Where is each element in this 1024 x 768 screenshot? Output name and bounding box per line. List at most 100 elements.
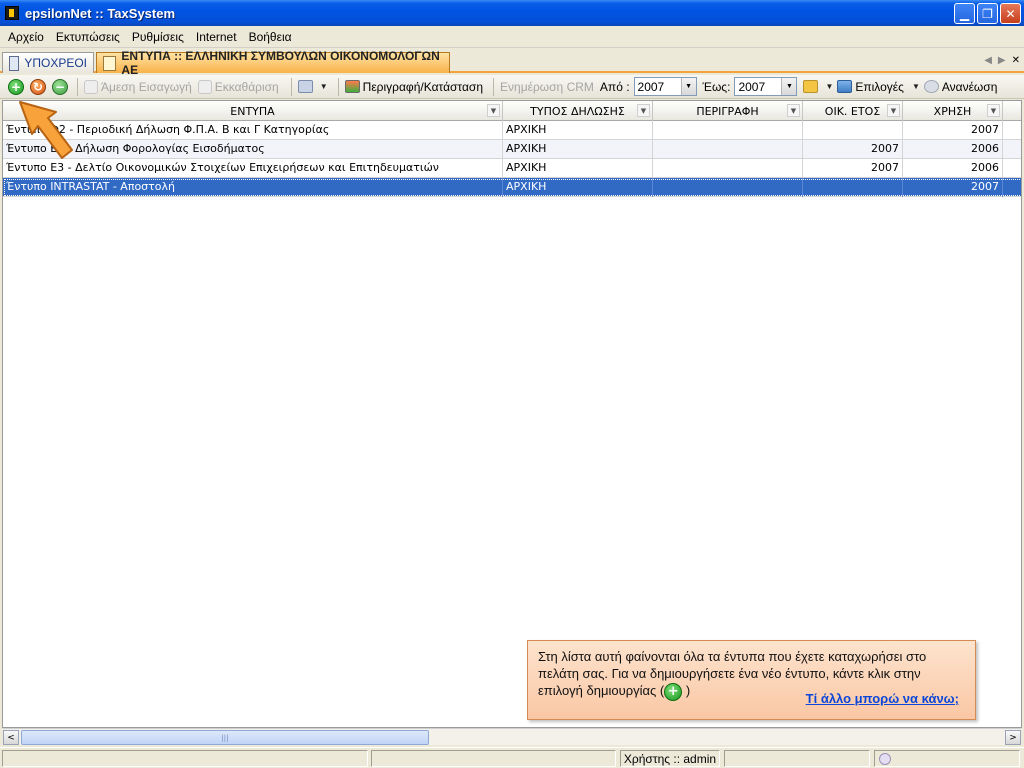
pointer-arrow-icon: [19, 101, 73, 159]
folder-dropdown[interactable]: ▼: [803, 80, 833, 93]
tools-dropdown[interactable]: ▼: [297, 80, 328, 93]
from-year-value: 2007: [637, 79, 665, 94]
cell-usage: 2006: [903, 140, 1003, 159]
tab-close-icon[interactable]: ✕: [1012, 55, 1020, 66]
filter-dropdown-icon[interactable]: ▼: [987, 104, 1000, 117]
tab-obligors-label: ΥΠΟΧΡΕΟΙ: [24, 56, 87, 70]
horizontal-scrollbar[interactable]: < ||| >: [3, 728, 1021, 745]
chevron-down-icon[interactable]: ▼: [781, 78, 797, 95]
cell-fiscal-year: [803, 121, 903, 140]
scroll-right-icon[interactable]: >: [1005, 730, 1021, 745]
column-header-declaration-type[interactable]: ΤΥΠΟΣ ΔΗΛΩΣΗΣ ▼: [503, 101, 653, 121]
status-panel: [371, 750, 616, 767]
toolbar-separator: [337, 77, 339, 96]
table-row[interactable]: Έντυπο Ε1 - Δήλωση Φορολογίας Εισοδήματο…: [3, 140, 1021, 159]
cell-type: ΑΡΧΙΚΗ: [503, 121, 653, 140]
close-button[interactable]: ✕: [1000, 3, 1021, 24]
table-row[interactable]: Έντυπο Φ2 - Περιοδική Δήλωση Φ.Π.Α. Β κα…: [3, 121, 1021, 140]
direct-entry-button[interactable]: Άμεση Εισαγωγή: [84, 79, 192, 94]
filter-dropdown-icon[interactable]: ▼: [487, 104, 500, 117]
add-icon[interactable]: +: [8, 78, 24, 95]
crm-update-button[interactable]: Ενημέρωση CRM: [500, 80, 594, 94]
tab-obligors[interactable]: ΥΠΟΧΡΕΟΙ: [2, 52, 94, 73]
menu-settings[interactable]: Ρυθμίσεις: [126, 30, 190, 44]
toolbar-separator: [493, 77, 495, 96]
minimize-button[interactable]: ▁: [954, 3, 975, 24]
tab-strip: ΥΠΟΧΡΕΟΙ ΕΝΤΥΠΑ :: ΕΛΛΗΝΙΚΗ ΣΥΜΒΟΥΛΩΝ ΟΙ…: [0, 49, 1024, 77]
menu-file[interactable]: Αρχείο: [2, 30, 50, 44]
cell-fiscal-year: 2007: [803, 159, 903, 178]
cell-description: [653, 178, 803, 197]
remove-icon[interactable]: −: [52, 78, 68, 95]
clear-button[interactable]: Εκκαθάριση: [197, 79, 279, 94]
cell-form: Έντυπο Φ2 - Περιοδική Δήλωση Φ.Π.Α. Β κα…: [3, 121, 503, 140]
window-title: epsilonNet :: TaxSystem: [25, 5, 176, 21]
table-row[interactable]: Έντυπο Ε3 - Δελτίο Οικονομικών Στοιχείων…: [3, 159, 1021, 178]
scroll-left-icon[interactable]: <: [3, 730, 19, 745]
column-header-fiscal-year[interactable]: ΟΙΚ. ΕΤΟΣ ▼: [803, 101, 903, 121]
cell-type: ΑΡΧΙΚΗ: [503, 140, 653, 159]
filter-icon: [84, 79, 98, 94]
menu-bar: Αρχείο Εκτυπώσεις Ρυθμίσεις Internet Βοή…: [0, 26, 1024, 48]
refresh-cycle-icon[interactable]: ↻: [30, 78, 46, 95]
status-indicator-icon: [879, 752, 891, 765]
restore-button[interactable]: ❐: [977, 3, 998, 24]
clear-icon: [197, 79, 212, 94]
forms-grid[interactable]: ΕΝΤΥΠΑ ▼ ΤΥΠΟΣ ΔΗΛΩΣΗΣ ▼ ΠΕΡΙΓΡΑΦΗ ▼ ΟΙΚ…: [2, 100, 1022, 728]
dropdown-arrow-icon: ▼: [911, 82, 920, 91]
refresh-button[interactable]: Ανανέωση: [923, 80, 997, 94]
status-panel: [2, 750, 368, 767]
to-year-value: 2007: [738, 79, 766, 94]
dropdown-arrow-icon: ▼: [319, 82, 328, 91]
description-status-label: Περιγραφή/Κατάσταση: [362, 79, 484, 94]
from-year-select[interactable]: 2007 ▼: [633, 77, 697, 96]
toolbar-separator: [77, 77, 78, 96]
add-icon: +: [664, 682, 683, 701]
tab-forms-label: ΕΝΤΥΠΑ :: ΕΛΛΗΝΙΚΗ ΣΥΜΒΟΥΛΩΝ ΟΙΚΟΝΟΜΟΛΟΓ…: [121, 49, 440, 77]
cell-usage: 2006: [903, 159, 1003, 178]
cell-type: ΑΡΧΙΚΗ: [503, 178, 653, 197]
folder-icon: [803, 80, 819, 93]
tools-icon: [297, 80, 313, 93]
document-icon: [9, 55, 20, 71]
tab-prev-icon[interactable]: ◀: [984, 55, 992, 66]
column-header-label: ΧΡΗΣΗ: [933, 104, 972, 118]
status-bar: Χρήστης :: admin: [0, 747, 1024, 768]
clear-label: Εκκαθάριση: [214, 79, 279, 94]
tab-next-icon[interactable]: ▶: [998, 55, 1006, 66]
grid-header: ΕΝΤΥΠΑ ▼ ΤΥΠΟΣ ΔΗΛΩΣΗΣ ▼ ΠΕΡΙΓΡΑΦΗ ▼ ΟΙΚ…: [3, 101, 1021, 121]
cell-fiscal-year: 2007: [803, 140, 903, 159]
column-header-label: ΕΝΤΥΠΑ: [230, 104, 275, 118]
chevron-down-icon[interactable]: ▼: [680, 78, 696, 95]
help-text-end: ): [685, 683, 691, 698]
tab-forms[interactable]: ΕΝΤΥΠΑ :: ΕΛΛΗΝΙΚΗ ΣΥΜΒΟΥΛΩΝ ΟΙΚΟΝΟΜΟΛΟΓ…: [96, 49, 450, 77]
menu-help[interactable]: Βοήθεια: [243, 30, 298, 44]
cell-description: [653, 159, 803, 178]
column-header-usage[interactable]: ΧΡΗΣΗ ▼: [903, 101, 1003, 121]
filter-dropdown-icon[interactable]: ▼: [787, 104, 800, 117]
menu-prints[interactable]: Εκτυπώσεις: [50, 30, 126, 44]
app-icon: [5, 6, 19, 20]
to-year-select[interactable]: 2007 ▼: [734, 77, 798, 96]
toolbar: + ↻ − Άμεση Εισαγωγή Εκκαθάριση ▼ Περιγρ…: [0, 75, 1024, 99]
scroll-thumb[interactable]: |||: [21, 730, 429, 745]
dropdown-arrow-icon: ▼: [825, 82, 834, 91]
cell-form: Έντυπο Ε1 - Δήλωση Φορολογίας Εισοδήματο…: [3, 140, 503, 159]
edit-icon: [344, 80, 360, 93]
table-row-selected[interactable]: Έντυπο INTRASTAT - Αποστολή ΑΡΧΙΚΗ 2007: [3, 178, 1021, 197]
cell-description: [653, 121, 803, 140]
column-header-forms[interactable]: ΕΝΤΥΠΑ ▼: [3, 101, 503, 121]
filter-dropdown-icon[interactable]: ▼: [637, 104, 650, 117]
help-more-link[interactable]: Τί άλλο μπορώ να κάνω;: [806, 690, 959, 707]
filter-dropdown-icon[interactable]: ▼: [887, 104, 900, 117]
cell-fiscal-year: [803, 178, 903, 197]
to-label: Έως:: [702, 79, 731, 94]
column-header-description[interactable]: ΠΕΡΙΓΡΑΦΗ ▼: [653, 101, 803, 121]
menu-internet[interactable]: Internet: [190, 30, 243, 44]
from-label: Από :: [599, 79, 630, 94]
direct-entry-label: Άμεση Εισαγωγή: [101, 79, 192, 94]
description-status-button[interactable]: Περιγραφή/Κατάσταση: [344, 79, 484, 94]
options-label: Επιλογές: [855, 79, 904, 94]
options-button[interactable]: Επιλογές ▼: [837, 80, 920, 94]
cell-description: [653, 140, 803, 159]
